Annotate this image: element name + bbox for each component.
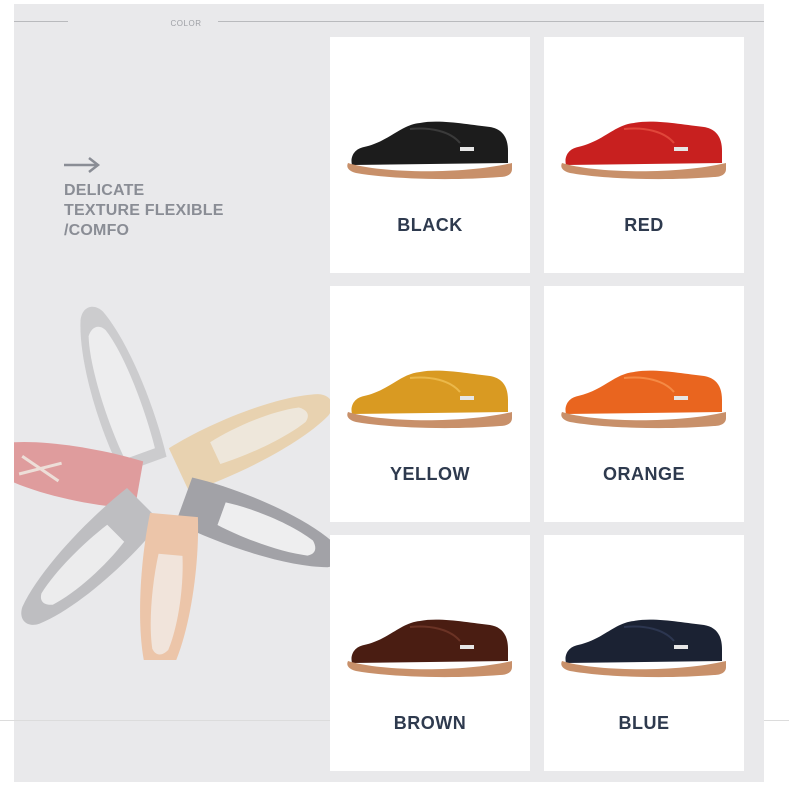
color-card-orange[interactable]: ORANGE	[544, 286, 744, 522]
shoe-image-red	[561, 121, 726, 180]
color-card-brown[interactable]: BROWN	[330, 535, 530, 771]
tagline-line-1: DELICATE	[64, 182, 145, 199]
divider-line	[0, 720, 330, 721]
shoe-image-orange	[561, 370, 726, 429]
tagline-line-2: TEXTURE FLEXIBLE	[64, 202, 224, 219]
color-card-blue[interactable]: BLUE	[544, 535, 744, 771]
color-label-brown: BROWN	[393, 713, 467, 733]
tagline: DELICATE TEXTURE FLEXIBLE /COMFO	[64, 181, 274, 241]
color-label-yellow: YELLOW	[390, 464, 470, 484]
shoe-fan-image	[14, 306, 332, 660]
shoe-image-blue	[561, 619, 726, 678]
divider-line-right	[764, 720, 789, 721]
header-rule-right	[218, 21, 764, 22]
color-label-red: RED	[624, 215, 664, 235]
arrow-right-icon	[64, 157, 101, 173]
color-label-black: BLACK	[397, 215, 463, 235]
shoe-image-black	[347, 121, 512, 180]
shoe-image-yellow	[347, 370, 512, 429]
color-card-yellow[interactable]: YELLOW	[330, 286, 530, 522]
color-label-orange: ORANGE	[602, 464, 685, 484]
color-label-blue: BLUE	[618, 713, 670, 733]
color-card-black[interactable]: BLACK	[330, 37, 530, 273]
header-rule-left	[14, 21, 68, 22]
shoe-image-brown	[347, 619, 512, 678]
tagline-line-3: /COMFO	[64, 222, 130, 239]
color-card-red[interactable]: RED	[544, 37, 744, 273]
section-label: COLOR	[170, 19, 202, 28]
